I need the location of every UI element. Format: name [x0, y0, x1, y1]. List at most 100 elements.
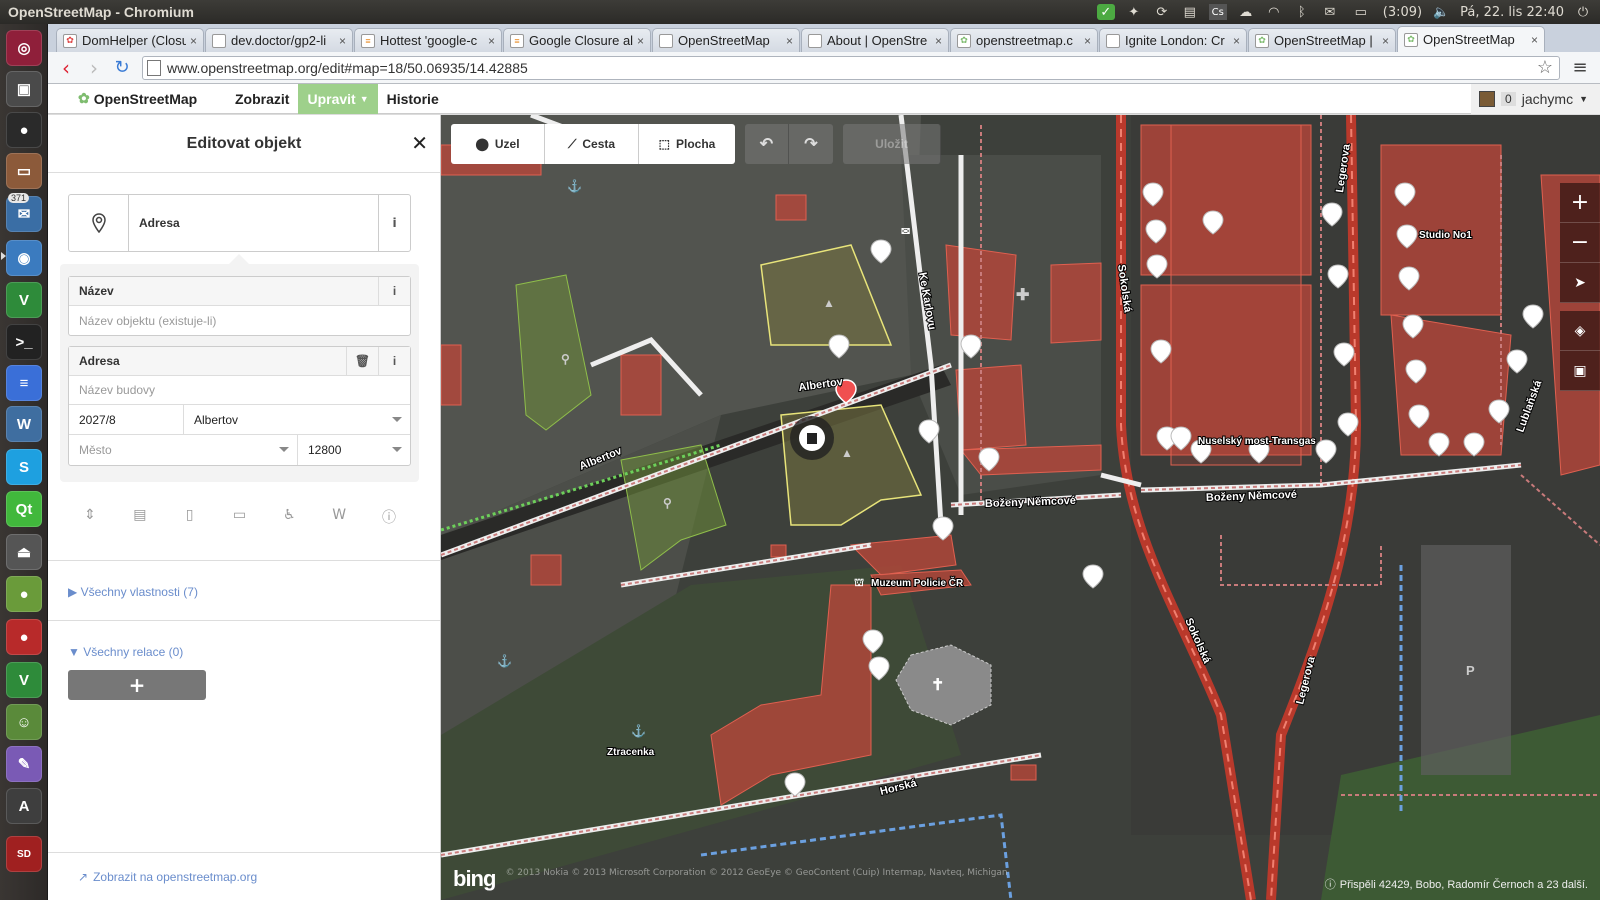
elevator-icon[interactable]: ⇕ — [80, 507, 100, 527]
tab-close-icon[interactable]: × — [1531, 33, 1538, 47]
map-canvas[interactable]: ✉ ▲ ▲ ✚ ⚲ ⚲ ✝ P ⚓ ⚓ ⚓ Ke Karlovu Alberto… — [441, 115, 1600, 900]
ubuntu-dash-icon[interactable]: ◎ — [6, 30, 42, 66]
name-input[interactable]: Název objektu (existuje-li) — [69, 306, 410, 335]
sd-card-app-icon[interactable]: SD — [6, 836, 42, 872]
tab-close-icon[interactable]: × — [488, 34, 495, 48]
browser-tab[interactable]: ✿ openstreetmap.c × — [950, 28, 1098, 52]
browser-tab[interactable]: ≡ Google Closure al × — [503, 28, 651, 52]
vim2-app-icon[interactable]: V — [6, 662, 42, 698]
tab-close-icon[interactable]: × — [190, 34, 197, 48]
nav-edit[interactable]: Upravit ▼ — [298, 83, 378, 114]
wheelchair-icon[interactable]: ♿ — [279, 507, 299, 527]
wifi-icon[interactable]: ◠ — [1265, 4, 1283, 20]
thunderbird-app-icon[interactable]: ✉ 371 — [6, 193, 42, 232]
lock-app-icon[interactable]: ▣ — [6, 71, 42, 107]
osm-brand[interactable]: ✿ OpenStreetMap — [48, 90, 226, 107]
forward-icon[interactable]: › — [80, 54, 108, 82]
reload-icon[interactable]: ↻ — [108, 54, 136, 82]
postcode-input[interactable]: 12800 — [297, 435, 410, 465]
check-icon[interactable]: ✓ — [1096, 4, 1115, 20]
chromium-app-icon[interactable]: ◉ — [6, 240, 42, 276]
wikipedia-icon[interactable]: W — [329, 507, 349, 527]
close-icon[interactable]: ✕ — [411, 131, 428, 155]
cs-icon[interactable]: Cs — [1208, 4, 1227, 20]
cloud-icon[interactable]: ☁ — [1237, 4, 1255, 20]
docs-app-icon[interactable]: ≡ — [6, 365, 42, 401]
webcam-app-icon[interactable]: ● — [6, 112, 42, 148]
redo-button[interactable]: ↷ — [789, 124, 833, 164]
dropbox-icon[interactable]: ✦ — [1125, 4, 1143, 20]
viewer-app-icon[interactable]: ☺ — [6, 704, 42, 740]
usb-app-icon[interactable]: ⏏ — [6, 534, 42, 570]
tab-close-icon[interactable]: × — [339, 34, 346, 48]
info-icon[interactable]: i — [378, 277, 410, 305]
all-tags-toggle[interactable]: ▶ Všechny vlastnosti (7) — [68, 585, 198, 599]
updates-app-icon[interactable]: A — [6, 788, 42, 824]
volume-icon[interactable]: 🔈 — [1432, 4, 1450, 20]
pidgin-app-icon[interactable]: ✎ — [6, 746, 42, 782]
clock[interactable]: Pá, 22. lis 22:40 — [1460, 5, 1564, 20]
map-data-icon[interactable]: ▣ — [1560, 351, 1600, 391]
tab-close-icon[interactable]: × — [637, 34, 644, 48]
tab-close-icon[interactable]: × — [786, 34, 793, 48]
all-relations-toggle[interactable]: ▼ Všechny relace (0) — [68, 645, 183, 659]
menu-icon[interactable]: ≡ — [1566, 54, 1594, 82]
bluetooth-icon[interactable]: ᛒ — [1293, 4, 1311, 20]
browser-tab[interactable]: OpenStreetMap × — [652, 28, 800, 52]
contributors-text[interactable]: ⓘ Přispěli 42429, Bobo, Radomír Černoch a… — [1325, 876, 1588, 892]
address-bar[interactable]: www.openstreetmap.org/edit#map=18/50.069… — [142, 55, 1560, 80]
nav-history[interactable]: Historie — [378, 84, 448, 114]
power-icon[interactable]: ⏻ — [1574, 4, 1592, 20]
clipboard-icon[interactable]: ▤ — [1181, 4, 1199, 20]
apple-app-icon[interactable]: ● — [6, 576, 42, 612]
info-icon[interactable]: i — [378, 347, 410, 375]
battery-icon[interactable]: ▭ — [1349, 4, 1373, 20]
browser-tab[interactable]: ≡ Hottest 'google-c × — [354, 28, 502, 52]
geolocate-icon[interactable]: ➤ — [1560, 263, 1600, 303]
bookmark-star-icon[interactable]: ☆ — [1537, 57, 1553, 78]
city-input[interactable]: Město — [69, 435, 297, 465]
layers-icon[interactable]: ◈ — [1560, 311, 1600, 351]
view-on-osm-link[interactable]: ↗ Zobrazit na openstreetmap.org — [48, 852, 440, 900]
qt-app-icon[interactable]: Qt — [6, 491, 42, 527]
browser-tab[interactable]: ✿ OpenStreetMap | × — [1248, 28, 1396, 52]
website-icon[interactable]: ▭ — [229, 507, 249, 527]
info-icon[interactable]: i — [378, 195, 410, 251]
preset-selector[interactable]: Adresa i — [68, 194, 411, 252]
back-icon[interactable]: ‹ — [52, 54, 80, 82]
zoom-out-icon[interactable]: − — [1560, 223, 1600, 263]
tab-close-icon[interactable]: × — [1233, 34, 1240, 48]
files-app-icon[interactable]: ▭ — [6, 153, 42, 189]
terminal-app-icon[interactable]: >_ — [6, 324, 42, 360]
tab-close-icon[interactable]: × — [1084, 34, 1091, 48]
user-menu[interactable]: 0 jachymc ▼ — [1471, 83, 1600, 114]
add-way-button[interactable]: ⟋ Cesta — [545, 124, 639, 164]
cherry-app-icon[interactable]: ● — [6, 619, 42, 655]
note-icon[interactable]: ▤ — [130, 507, 150, 527]
tab-close-icon[interactable]: × — [1382, 34, 1389, 48]
housenumber-input[interactable]: 2027/8 — [69, 405, 183, 434]
browser-tab[interactable]: dev.doctor/gp2-li × — [205, 28, 353, 52]
building-name-input[interactable]: Název budovy — [69, 376, 410, 405]
monitor-app-icon[interactable]: W — [6, 406, 42, 442]
nav-view[interactable]: Zobrazit — [226, 84, 298, 114]
browser-tab[interactable]: About | OpenStre × — [801, 28, 949, 52]
sync-icon[interactable]: ⟳ — [1153, 4, 1171, 20]
info-circle-icon[interactable]: ⓘ — [379, 507, 399, 527]
browser-tab-active[interactable]: ✿ OpenStreetMap × — [1397, 26, 1545, 52]
mail-icon[interactable]: ✉ — [1321, 4, 1339, 20]
save-button[interactable]: Uložit — [843, 124, 941, 164]
skype-app-icon[interactable]: S — [6, 449, 42, 485]
vim-app-icon[interactable]: V — [6, 282, 42, 318]
undo-button[interactable]: ↶ — [745, 124, 789, 164]
add-node-button[interactable]: ⬤ Uzel — [451, 124, 545, 164]
tab-close-icon[interactable]: × — [935, 34, 942, 48]
add-area-button[interactable]: ⬚ Plocha — [639, 124, 735, 164]
browser-tab[interactable]: ✿ DomHelper (Closu × — [56, 28, 204, 52]
add-relation-button[interactable]: + — [68, 670, 206, 700]
browser-tab[interactable]: Ignite London: Cr × — [1099, 28, 1247, 52]
trash-icon[interactable]: 🗑 — [346, 347, 378, 375]
zoom-in-icon[interactable]: + — [1560, 183, 1600, 223]
phone-icon[interactable]: ▯ — [180, 507, 200, 527]
map-graphics[interactable]: ✉ ▲ ▲ ✚ ⚲ ⚲ ✝ P ⚓ ⚓ ⚓ Ke Karlovu Alberto… — [441, 115, 1600, 900]
